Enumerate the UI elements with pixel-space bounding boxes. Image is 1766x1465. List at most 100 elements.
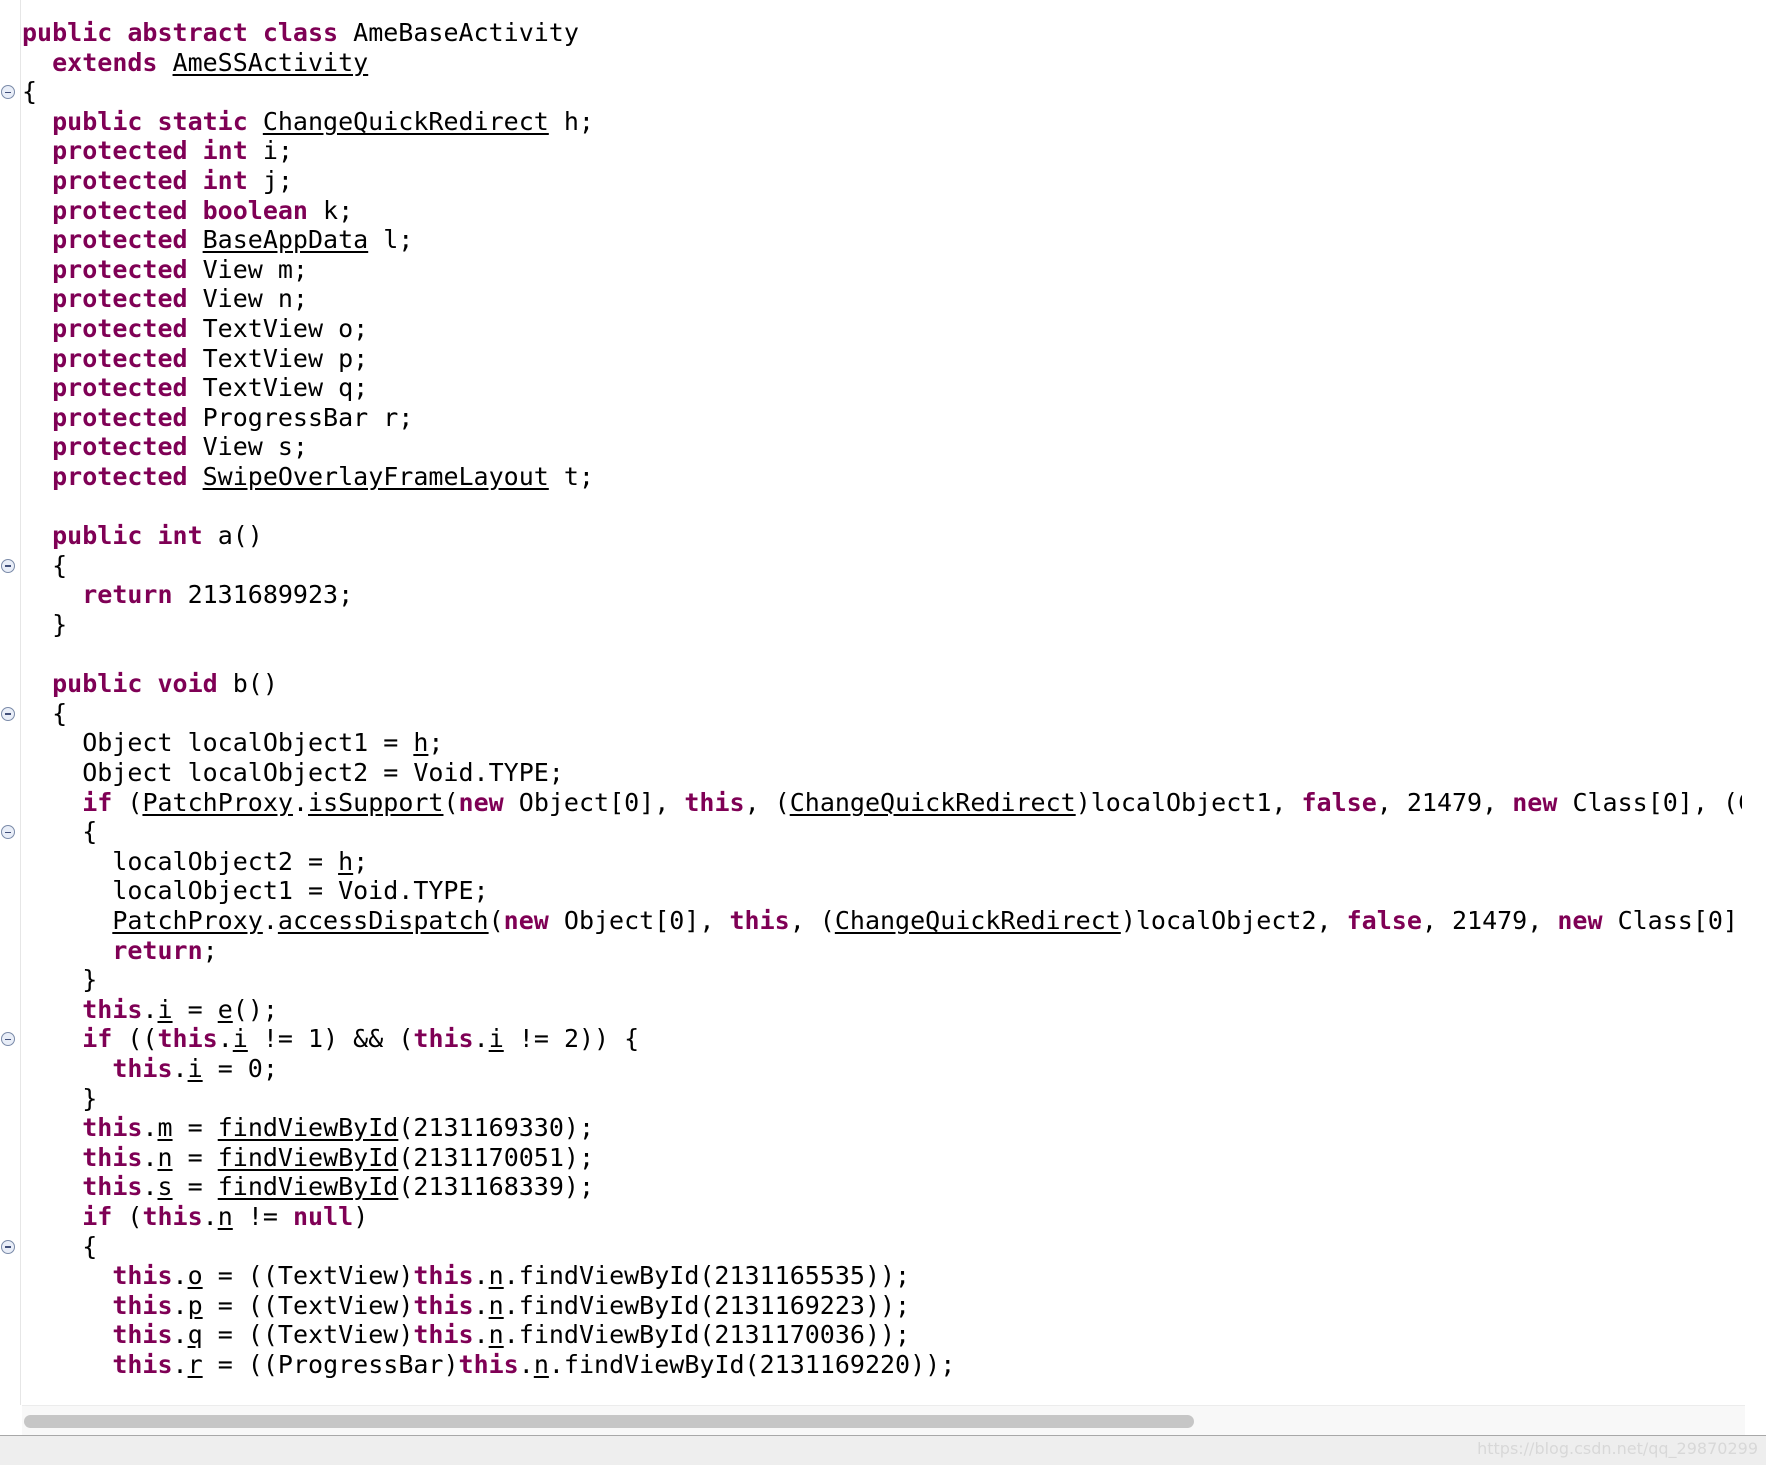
code-line: protected TextView p; [22, 344, 368, 374]
code-token: ; [353, 846, 369, 876]
link-token: findViewById [217, 1142, 399, 1172]
link-token: e [217, 994, 233, 1024]
fold-collapse-icon[interactable] [1, 825, 15, 840]
code-editor[interactable]: public abstract class AmeBaseActivity ex… [0, 0, 1745, 1405]
code-line: this.r = ((ProgressBar)this.n.findViewBy… [22, 1350, 955, 1380]
link-token: n [488, 1290, 504, 1320]
code-line: protected int j; [22, 166, 293, 196]
code-token: Object[0], [518, 787, 685, 817]
code-line: public int a() [22, 521, 263, 551]
code-token: = 0; [202, 1054, 278, 1083]
code-token: View n; [202, 284, 308, 314]
code-line: { [22, 77, 37, 107]
code-line: } [22, 610, 67, 640]
keyword-token: this [82, 1113, 143, 1143]
editor-gutter [0, 0, 21, 1405]
code-token: != [232, 1202, 293, 1231]
keyword-token: if [82, 1024, 128, 1054]
code-token: = [172, 1172, 218, 1202]
code-line: protected View s; [22, 432, 308, 462]
code-line: return 2131689923; [22, 580, 353, 610]
fold-collapse-icon[interactable] [1, 1032, 15, 1047]
code-token: h; [548, 106, 594, 136]
link-token: ChangeQuickRedirect [262, 106, 549, 136]
code-line: public abstract class AmeBaseActivity [22, 18, 579, 48]
keyword-token: false [1346, 906, 1422, 935]
keyword-token: public static [52, 106, 263, 136]
keyword-token: protected int [52, 136, 263, 166]
keyword-token: protected boolean [52, 195, 324, 225]
code-token: , 21479, [1421, 906, 1558, 935]
code-token: ( [127, 787, 143, 817]
code-token: (( [127, 1024, 158, 1054]
fold-collapse-icon[interactable] [1, 706, 15, 721]
keyword-token: this [112, 1290, 173, 1320]
keyword-token: new [1557, 906, 1618, 935]
code-token: { [22, 1231, 98, 1261]
fold-collapse-icon[interactable] [1, 1239, 15, 1254]
code-line: { [22, 1232, 97, 1262]
link-token: n [217, 1202, 233, 1231]
code-token: TextView q; [202, 373, 369, 403]
link-token: s [157, 1172, 173, 1202]
link-token: r [187, 1350, 203, 1379]
code-line: extends AmeSSActivity [22, 48, 368, 78]
keyword-token: if [82, 1202, 128, 1231]
code-area[interactable]: public abstract class AmeBaseActivity ex… [22, 0, 1742, 1400]
code-line: } [22, 965, 97, 995]
code-token: t; [548, 462, 594, 491]
code-token: k; [323, 195, 354, 225]
code-line: localObject2 = h; [22, 847, 368, 877]
code-token: = [172, 1113, 218, 1143]
keyword-token: protected [52, 314, 203, 343]
code-token: localObject1 = Void.TYPE; [22, 876, 489, 906]
keyword-token: public int [52, 521, 218, 551]
fold-collapse-icon[interactable] [1, 85, 15, 100]
code-token: . [172, 1261, 188, 1291]
code-token: . [142, 1172, 158, 1202]
code-token: . [172, 1054, 188, 1083]
keyword-token: this [82, 1142, 143, 1172]
code-line: } [22, 1084, 97, 1114]
code-token: TextView o; [202, 314, 369, 343]
code-line: { [22, 699, 67, 729]
link-token: ChangeQuickRedirect [834, 906, 1121, 935]
link-token: p [187, 1290, 203, 1320]
code-token: { [22, 817, 98, 847]
code-line: return; [22, 935, 218, 966]
code-token: , 21479, [1376, 787, 1513, 817]
keyword-token: protected [52, 373, 203, 403]
link-token: findViewById [217, 1172, 399, 1202]
link-token: PatchProxy [142, 787, 293, 817]
keyword-token: this [112, 1350, 173, 1379]
code-token: ; [202, 935, 218, 965]
link-token: n [533, 1350, 549, 1379]
keyword-token: protected [52, 402, 203, 432]
fold-collapse-icon[interactable] [1, 558, 15, 573]
code-token: } [22, 1083, 98, 1113]
code-token: Object localObject1 = [22, 728, 414, 758]
keyword-token: this [684, 787, 745, 817]
keyword-token: extends [52, 47, 173, 77]
link-token: h [338, 846, 354, 876]
link-token: accessDispatch [277, 906, 489, 935]
link-token: ChangeQuickRedirect [789, 787, 1076, 817]
code-token: . [473, 1290, 489, 1320]
code-token: .findViewById(2131170036)); [503, 1320, 911, 1350]
code-line: this.s = findViewById(2131168339); [22, 1172, 594, 1202]
horizontal-scroll-thumb[interactable] [24, 1415, 1194, 1428]
link-token: h [413, 728, 429, 758]
horizontal-scrollbar[interactable] [22, 1405, 1745, 1436]
keyword-token: public abstract class [22, 18, 354, 47]
code-token: != 2)) { [503, 1024, 640, 1054]
code-token: View m; [202, 254, 308, 284]
